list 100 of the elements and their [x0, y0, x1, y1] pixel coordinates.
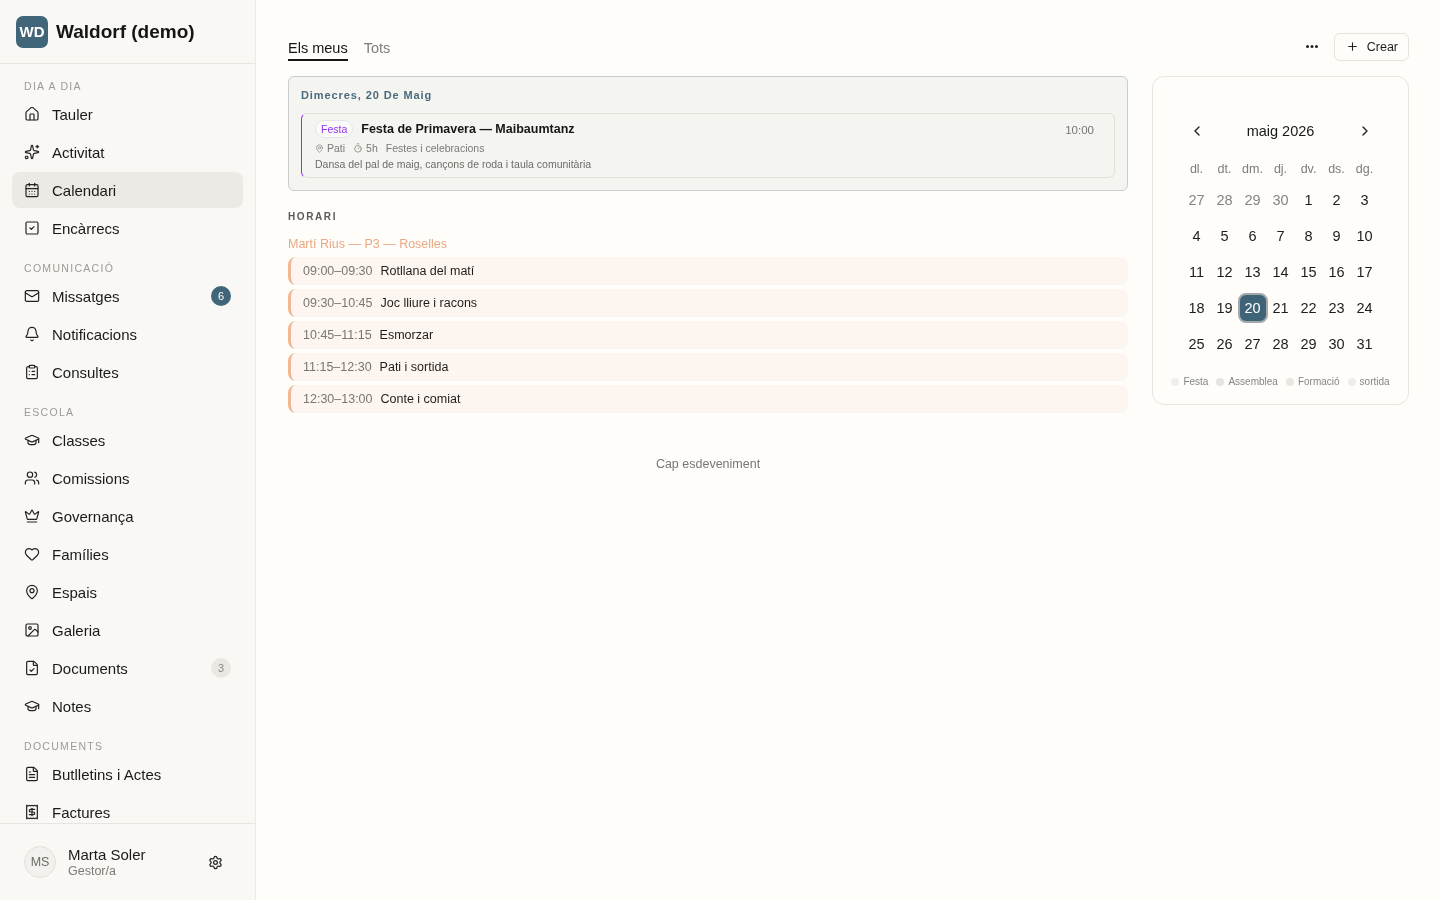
calendar-day[interactable]: 23	[1321, 293, 1352, 323]
crown-icon	[24, 508, 40, 524]
user-role: Gestor/a	[68, 864, 117, 878]
section-label: COMUNICACIÓ	[23, 262, 116, 275]
user-avatar: MS	[24, 846, 56, 878]
calendar-day[interactable]: 26	[1209, 329, 1240, 359]
section-label: DOCUMENTS	[23, 740, 105, 753]
calendar-day[interactable]: 29	[1293, 329, 1324, 359]
nav-item[interactable]: Consultes	[12, 354, 243, 390]
house-icon	[24, 106, 40, 122]
receipt-icon	[24, 804, 40, 820]
calendar-day[interactable]: 12	[1209, 257, 1240, 287]
slot-title: Esmorzar	[379, 328, 434, 342]
event-time: 10:00	[1065, 124, 1094, 136]
nav-item[interactable]: Notificacions	[12, 316, 243, 352]
day-heading: Dimecres, 20 De Maig	[301, 88, 434, 102]
calendar-day[interactable]: 9	[1321, 221, 1352, 251]
calendar-day[interactable]: 18	[1181, 293, 1212, 323]
tab[interactable]: Els meus	[288, 37, 348, 61]
file-text-icon	[24, 766, 40, 782]
slot-title: Rotllana del matí	[380, 264, 475, 278]
logo: WD	[16, 15, 48, 48]
legend-label: Festa	[1183, 376, 1209, 387]
legend-label: sortida	[1359, 376, 1390, 387]
nav-item[interactable]: Notes	[12, 688, 243, 724]
calendar-day[interactable]: 14	[1265, 257, 1296, 287]
event-tag: Festa	[315, 120, 354, 138]
graduation-cap-icon	[24, 698, 40, 714]
calendar-day[interactable]: 11	[1181, 257, 1212, 287]
schedule-group-name: Martí Rius — P3 — Roselles	[288, 237, 449, 252]
nav-item[interactable]: Missatges 6	[12, 278, 243, 314]
calendar-day[interactable]: 25	[1181, 329, 1212, 359]
settings-button[interactable]	[208, 854, 223, 870]
calendar-day[interactable]: 21	[1265, 293, 1296, 323]
checkbox-icon	[24, 220, 40, 236]
calendar-day[interactable]: 7	[1265, 221, 1296, 251]
calendar-day[interactable]: 24	[1349, 293, 1380, 323]
month-title: maig 2026	[1246, 123, 1315, 139]
create-button[interactable]: Crear	[1333, 32, 1409, 61]
calendar-day[interactable]: 13	[1237, 257, 1268, 287]
nav-item[interactable]: Classes	[12, 422, 243, 458]
calendar-day[interactable]: 31	[1349, 329, 1380, 359]
calendar-day[interactable]: 17	[1349, 257, 1380, 287]
calendar-day[interactable]: 1	[1293, 185, 1324, 215]
calendar-day[interactable]: 10	[1349, 221, 1380, 251]
nav-item[interactable]: Activitat	[12, 134, 243, 170]
image-icon	[24, 622, 40, 638]
calendar-day[interactable]: 28	[1265, 329, 1296, 359]
clipboard-icon	[24, 364, 40, 380]
calendar-day[interactable]: 6	[1237, 221, 1268, 251]
mail-icon	[24, 288, 40, 304]
weekday-label: dj.	[1273, 161, 1288, 178]
graduation-cap-icon	[24, 432, 40, 448]
nav-item[interactable]: Comissions	[12, 460, 243, 496]
calendar-day[interactable]: 2	[1321, 185, 1352, 215]
slot-title: Pati i sortida	[379, 360, 449, 374]
event-duration: 5h	[366, 142, 378, 154]
count-badge: 6	[211, 286, 231, 306]
calendar-day[interactable]: 29	[1237, 185, 1268, 215]
section-label: DIA A DIA	[23, 80, 83, 93]
slot-time: 11:15–12:30	[303, 360, 372, 374]
calendar-day[interactable]: 30	[1321, 329, 1352, 359]
nav-item[interactable]: Governança	[12, 498, 243, 534]
calendar-day[interactable]: 28	[1209, 185, 1240, 215]
calendar-day[interactable]: 20	[1237, 293, 1268, 323]
nav-item[interactable]: Galeria	[12, 612, 243, 648]
calendar-day[interactable]: 27	[1237, 329, 1268, 359]
event-title: Festa de Primavera — Maibaumtanz	[361, 122, 575, 136]
nav-item[interactable]: Encàrrecs	[12, 210, 243, 246]
section-label: ESCOLA	[23, 406, 76, 419]
nav-item[interactable]: Calendari	[12, 172, 243, 208]
calendar-day[interactable]: 27	[1181, 185, 1212, 215]
calendar-day[interactable]: 8	[1293, 221, 1324, 251]
calendar-day[interactable]: 22	[1293, 293, 1324, 323]
map-pin-icon	[24, 584, 40, 600]
app-title: Waldorf (demo)	[56, 20, 195, 43]
nav-item[interactable]: Espais	[12, 574, 243, 610]
nav-item[interactable]: Butlletins i Actes	[12, 756, 243, 792]
event-card[interactable]: Festa Festa de Primavera — Maibaumtanz Pati 5h Festes i celebracions Dansa del pal de maig, cançons de roda i taula comunitària 10:00	[301, 113, 1115, 178]
users-icon	[24, 470, 40, 486]
calendar-day[interactable]: 19	[1209, 293, 1240, 323]
weekday-label: dv.	[1300, 161, 1317, 178]
nav-item[interactable]: Documents 3	[12, 650, 243, 686]
calendar-day[interactable]: 30	[1265, 185, 1296, 215]
weekday-label: dm.	[1242, 161, 1263, 178]
nav-item[interactable]: Factures	[12, 794, 243, 823]
calendar-day[interactable]: 3	[1349, 185, 1380, 215]
nav-item[interactable]: Tauler	[12, 96, 243, 132]
calendar-day[interactable]: 5	[1209, 221, 1240, 251]
nav-item[interactable]: Famílies	[12, 536, 243, 572]
tab[interactable]: Tots	[363, 37, 391, 61]
map-pin-icon	[315, 143, 324, 153]
calendar-day[interactable]: 16	[1321, 257, 1352, 287]
weekday-label: dl.	[1189, 161, 1204, 178]
bell-icon	[24, 326, 40, 342]
calendar-day[interactable]: 15	[1293, 257, 1324, 287]
event-place: Pati	[327, 142, 346, 154]
heart-icon	[24, 546, 40, 562]
calendar-day[interactable]: 4	[1181, 221, 1212, 251]
sparkles-icon	[24, 144, 40, 160]
